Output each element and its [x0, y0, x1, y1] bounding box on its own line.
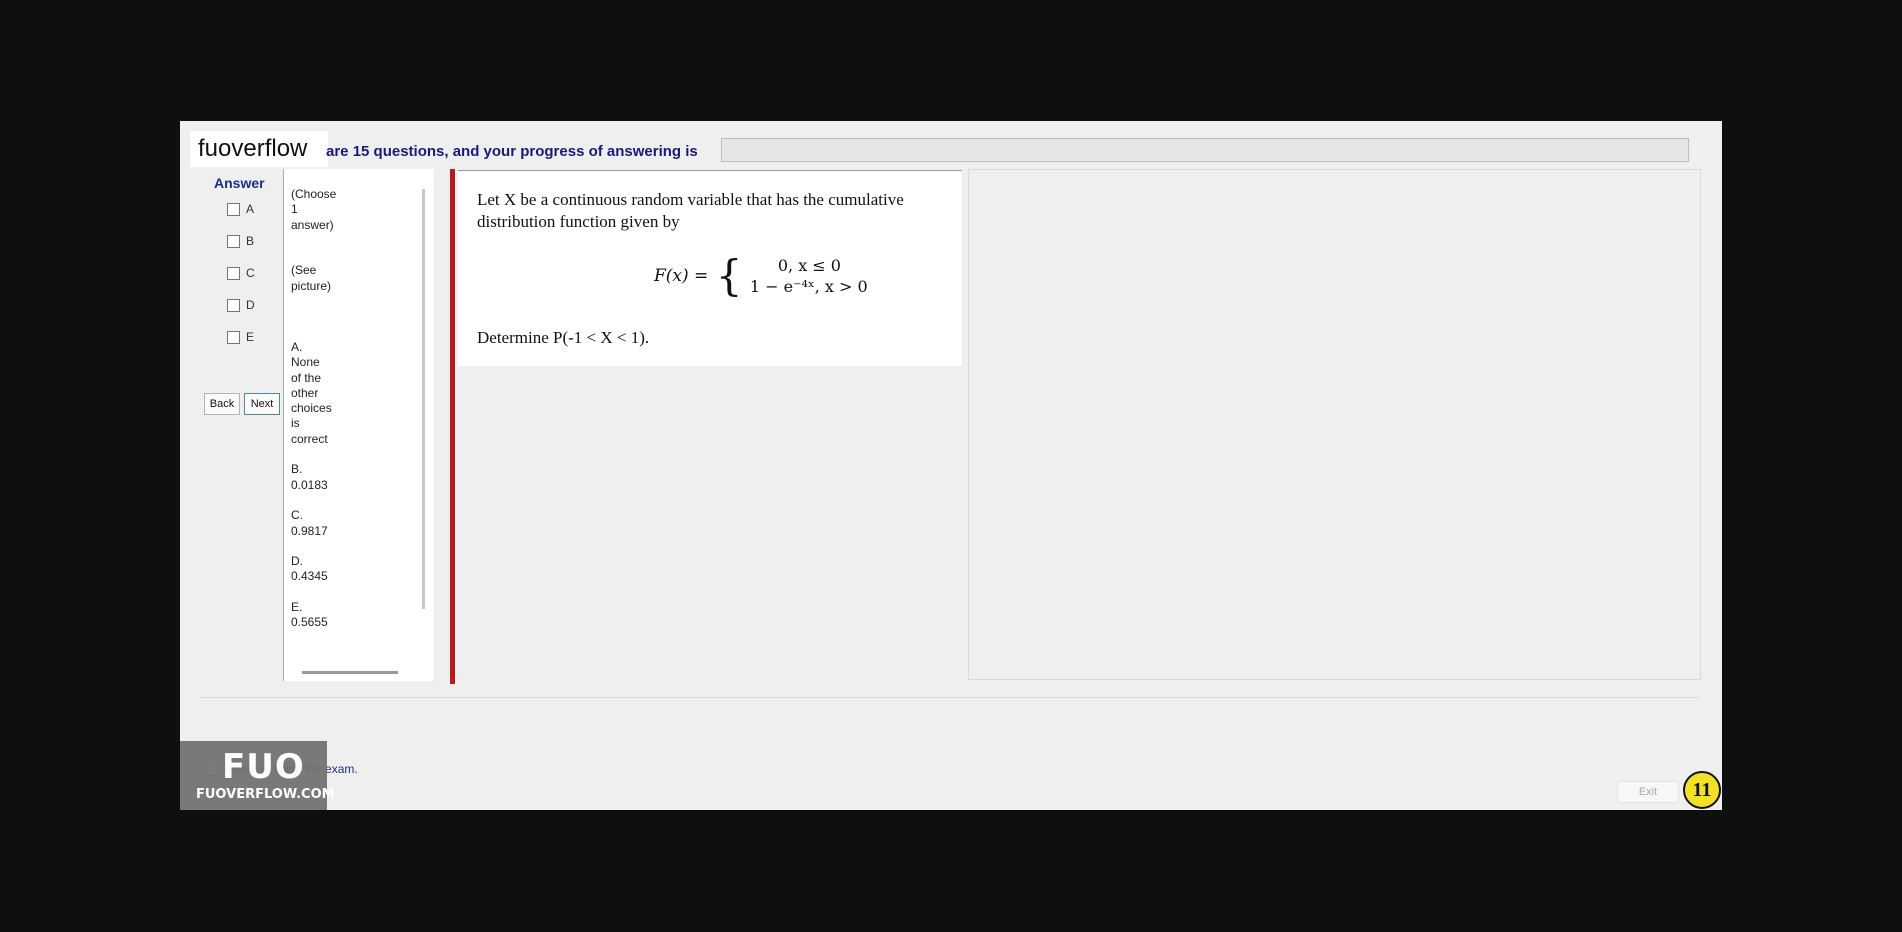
- choices-panel[interactable]: (Choose 1 answer) (See picture) A. None …: [283, 169, 434, 681]
- vertical-scrollbar[interactable]: [422, 189, 425, 609]
- option-a[interactable]: A: [227, 202, 255, 217]
- formula-cases: 0, x ≤ 0 1 − e⁻⁴ˣ, x > 0: [750, 255, 868, 297]
- timer-badge: 11: [1683, 771, 1721, 809]
- cdf-formula: F(x) = { 0, x ≤ 0 1 − e⁻⁴ˣ, x > 0: [654, 255, 868, 297]
- panel-divider[interactable]: [450, 169, 455, 684]
- next-button[interactable]: Next: [244, 393, 280, 415]
- logo-text: FUOVERFLOW.COM: [196, 787, 335, 802]
- exit-button[interactable]: Exit: [1617, 781, 1679, 803]
- formula-lhs: F(x) =: [654, 266, 709, 286]
- logo-mark: FUO: [222, 747, 305, 787]
- formula-brace: {: [715, 251, 743, 300]
- choices-text: (Choose 1 answer) (See picture) A. None …: [291, 187, 337, 630]
- option-c[interactable]: C: [227, 266, 255, 281]
- formula-case-1: 0, x ≤ 0: [777, 256, 841, 275]
- checkbox-b[interactable]: [227, 235, 240, 249]
- answer-title: Answer: [214, 175, 265, 191]
- progress-label: are 15 questions, and your progress of a…: [326, 143, 698, 160]
- watermark-logo: FUO FUOVERFLOW.COM: [180, 741, 335, 810]
- checkbox-d[interactable]: [227, 299, 240, 313]
- checkbox-a[interactable]: [227, 203, 240, 217]
- option-a-label: A: [246, 202, 255, 216]
- progress-bar: [721, 138, 1689, 162]
- question-prompt: Determine P(-1 < X < 1).: [477, 328, 650, 347]
- option-e[interactable]: E: [227, 330, 255, 345]
- option-c-label: C: [246, 266, 255, 280]
- checkbox-c[interactable]: [227, 267, 240, 281]
- option-b[interactable]: B: [227, 234, 255, 249]
- question-image: Let X be a continuous random variable th…: [458, 170, 962, 366]
- option-d[interactable]: D: [227, 298, 255, 313]
- option-e-label: E: [246, 330, 255, 344]
- horizontal-scrollbar[interactable]: [302, 671, 398, 674]
- back-button[interactable]: Back: [204, 393, 240, 415]
- exam-window: fuoverflow are 15 questions, and your pr…: [180, 121, 1722, 810]
- formula-case-2: 1 − e⁻⁴ˣ, x > 0: [749, 277, 868, 296]
- option-b-label: B: [246, 234, 255, 248]
- content-area: [968, 169, 1701, 680]
- option-d-label: D: [246, 298, 255, 312]
- brand-label: fuoverflow: [190, 131, 328, 167]
- checkbox-e[interactable]: [227, 331, 240, 345]
- bottom-divider: [200, 697, 1700, 698]
- question-intro: Let X be a continuous random variable th…: [477, 190, 904, 231]
